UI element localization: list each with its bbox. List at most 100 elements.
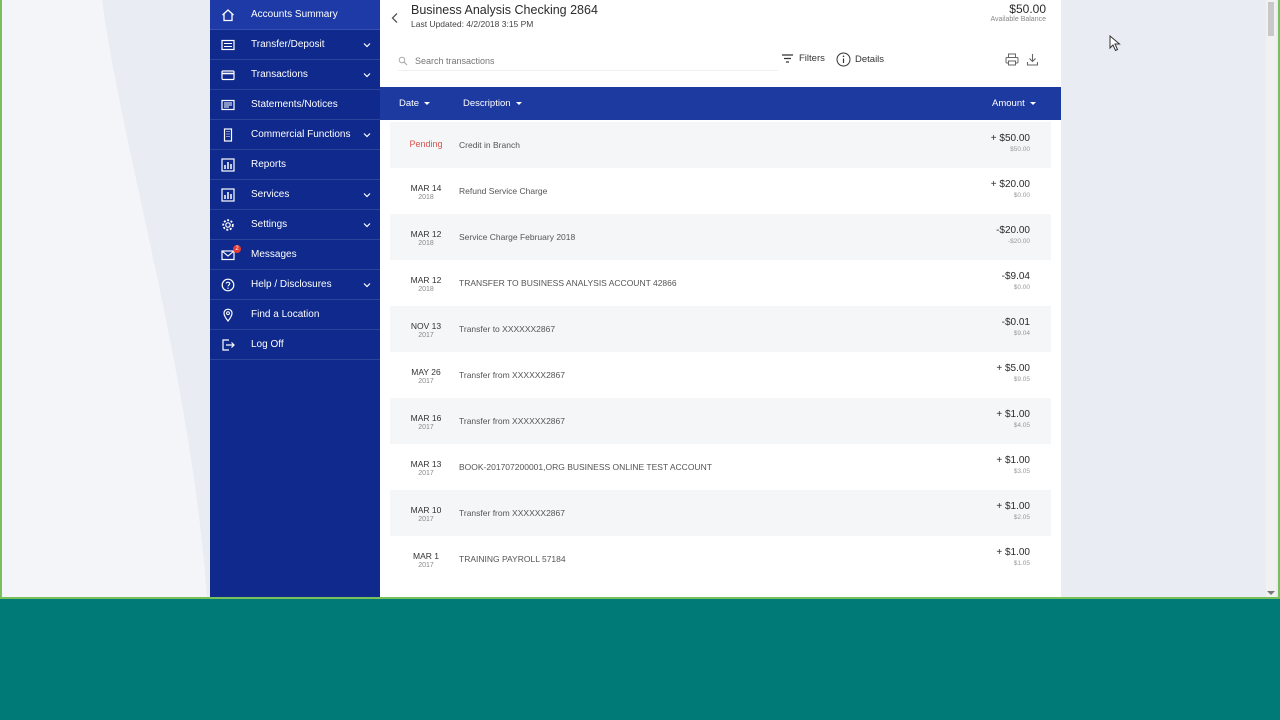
chevron-down-icon	[363, 42, 371, 47]
scroll-down-arrow-icon[interactable]	[1267, 591, 1275, 595]
mouse-cursor-icon	[1109, 35, 1121, 52]
sidebar-item-transactions[interactable]: Transactions	[210, 60, 380, 90]
search-bar	[398, 51, 778, 71]
transaction-date: MAR 12 2018	[410, 275, 442, 293]
sidebar-item-label: Help / Disclosures	[251, 279, 332, 290]
transaction-row[interactable]: MAR 1 2017 TRAINING PAYROLL 57184 + $1.00…	[390, 536, 1051, 582]
transaction-row[interactable]: MAR 13 2017 BOOK-201707200001,ORG BUSINES…	[390, 444, 1051, 490]
sort-caret-icon	[515, 102, 522, 105]
running-balance: $1.05	[1013, 560, 1030, 567]
statement-icon	[221, 98, 235, 112]
transaction-description: Transfer from XXXXXX2867	[459, 416, 565, 426]
sidebar-item-label: Services	[251, 189, 290, 200]
running-balance: $3.05	[1013, 468, 1030, 475]
date-column-header: Date	[399, 98, 420, 109]
sidebar-item-help-disclosures[interactable]: Help / Disclosures	[210, 270, 380, 300]
chevron-down-icon	[363, 222, 371, 227]
gear-icon	[221, 218, 235, 232]
sidebar-item-settings[interactable]: Settings	[210, 210, 380, 240]
message-count-badge: 2	[233, 245, 241, 253]
scrollbar-thumb[interactable]	[1268, 2, 1274, 36]
transaction-amount: -$20.00 -$20.00	[996, 225, 1030, 245]
sidebar-item-label: Log Off	[251, 339, 284, 350]
transaction-row[interactable]: MAR 12 2018 Service Charge February 2018 …	[390, 214, 1051, 260]
running-balance: $0.00	[1013, 284, 1030, 291]
background-wave-decoration	[2, 0, 207, 597]
transaction-row[interactable]: MAY 26 2017 Transfer from XXXXXX2867 + $5…	[390, 352, 1051, 398]
transfer-icon	[221, 38, 235, 52]
download-icon[interactable]	[1026, 53, 1039, 66]
running-balance: $9.05	[1013, 376, 1030, 383]
sort-caret-icon	[424, 102, 431, 105]
transaction-row[interactable]: MAR 12 2018 TRANSFER TO BUSINESS ANALYSIS…	[390, 260, 1051, 306]
transaction-amount: -$9.04 $0.00	[1001, 271, 1030, 291]
browser-window: Accounts Summary Transfer/Deposit Transa…	[0, 0, 1280, 599]
help-icon	[221, 278, 235, 292]
sidebar-item-services[interactable]: Services	[210, 180, 380, 210]
info-icon	[836, 52, 851, 67]
available-balance-label: Available Balance	[990, 16, 1046, 23]
building-icon	[221, 127, 235, 142]
page-scrollbar[interactable]	[1266, 0, 1276, 597]
home-icon	[221, 8, 235, 22]
transaction-date: MAR 16 2017	[410, 413, 442, 431]
filter-lines-icon	[782, 54, 793, 63]
sidebar-item-messages[interactable]: 2 Messages	[210, 240, 380, 270]
transaction-amount: + $1.00 $1.05	[996, 547, 1030, 567]
sidebar-item-log-off[interactable]: Log Off	[210, 330, 380, 360]
transaction-amount: + $1.00 $4.05	[996, 409, 1030, 429]
back-arrow-icon[interactable]	[389, 12, 401, 24]
sidebar-item-label: Commercial Functions	[251, 129, 351, 140]
transaction-description: TRAINING PAYROLL 57184	[459, 554, 566, 564]
logout-icon	[221, 338, 235, 352]
chevron-down-icon	[363, 72, 371, 77]
details-label: Details	[855, 54, 885, 65]
transaction-date: NOV 13 2017	[410, 321, 442, 339]
sidebar-item-label: Find a Location	[251, 309, 320, 320]
desktop-background	[0, 599, 1280, 720]
sort-caret-icon	[1029, 102, 1036, 105]
card-icon	[221, 68, 235, 82]
transaction-date: MAR 10 2017	[410, 505, 442, 523]
sidebar-nav: Accounts Summary Transfer/Deposit Transa…	[210, 0, 380, 597]
sort-by-description[interactable]: Description	[463, 98, 522, 109]
running-balance: $2.05	[1013, 514, 1030, 521]
transaction-description: BOOK-201707200001,ORG BUSINESS ONLINE TE…	[459, 462, 712, 472]
sidebar-item-reports[interactable]: Reports	[210, 150, 380, 180]
filters-button[interactable]: Filters	[781, 53, 825, 64]
chevron-down-icon	[363, 192, 371, 197]
chart-icon	[221, 157, 235, 172]
transaction-date: MAR 12 2018	[410, 229, 442, 247]
sidebar-item-label: Statements/Notices	[251, 99, 338, 110]
available-balance-amount: $50.00	[1009, 2, 1046, 16]
sidebar-item-label: Transfer/Deposit	[251, 39, 325, 50]
transaction-description: Credit in Branch	[459, 140, 520, 150]
running-balance: $4.05	[1013, 422, 1030, 429]
transaction-row[interactable]: MAR 10 2017 Transfer from XXXXXX2867 + $1…	[390, 490, 1051, 536]
print-icon[interactable]	[1005, 53, 1019, 66]
transaction-row[interactable]: NOV 13 2017 Transfer to XXXXXX2867 -$0.01…	[390, 306, 1051, 352]
description-column-header: Description	[463, 98, 511, 109]
details-button[interactable]: Details	[836, 52, 884, 67]
sidebar-item-transfer-deposit[interactable]: Transfer/Deposit	[210, 30, 380, 60]
transaction-date: MAR 1 2017	[413, 551, 439, 569]
transaction-date: MAR 13 2017	[410, 459, 442, 477]
sidebar-item-statements-notices[interactable]: Statements/Notices	[210, 90, 380, 120]
sidebar-item-accounts-summary[interactable]: Accounts Summary	[210, 0, 380, 30]
transaction-row[interactable]: MAR 14 2018 Refund Service Charge + $20.0…	[390, 168, 1051, 214]
sort-by-amount[interactable]: Amount	[992, 98, 1036, 109]
transaction-date: MAY 26 2017	[411, 367, 441, 385]
transactions-table-header: Date Description Amount	[380, 87, 1061, 120]
transaction-row[interactable]: Pending Credit in Branch + $50.00 $50.00	[390, 122, 1051, 168]
sidebar-item-commercial-functions[interactable]: Commercial Functions	[210, 120, 380, 150]
sidebar-item-label: Accounts Summary	[251, 9, 338, 20]
sort-by-date[interactable]: Date	[399, 98, 431, 109]
transaction-amount: + $50.00 $50.00	[990, 133, 1030, 153]
running-balance: $0.00	[1013, 192, 1030, 199]
search-input[interactable]	[415, 55, 755, 66]
chevron-down-icon	[363, 132, 371, 137]
sidebar-item-find-a-location[interactable]: Find a Location	[210, 300, 380, 330]
transaction-amount: + $5.00 $9.05	[996, 363, 1030, 383]
transaction-description: Transfer from XXXXXX2867	[459, 508, 565, 518]
transaction-row[interactable]: MAR 16 2017 Transfer from XXXXXX2867 + $1…	[390, 398, 1051, 444]
